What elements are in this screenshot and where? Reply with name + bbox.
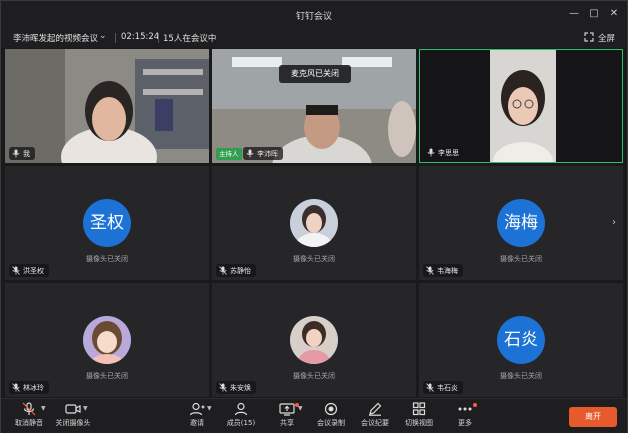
grid-view-icon (412, 402, 426, 416)
mic-off-icon (219, 266, 227, 275)
fullscreen-icon[interactable] (584, 32, 594, 42)
camera-button[interactable]: 关闭摄像头 (51, 402, 95, 428)
participant-name-badge: 李思思 (424, 146, 464, 159)
pen-icon (369, 402, 382, 416)
share-screen-icon (279, 403, 295, 416)
video-tile-active-speaker[interactable]: 李思思 (419, 49, 623, 163)
mic-off-icon (12, 266, 20, 275)
video-tile[interactable]: 摄像头已关闭 林冰玲 (5, 283, 209, 397)
participant-name-badge: 朱安焕 (216, 381, 256, 394)
participant-name-badge: 李沛晖 (243, 147, 283, 160)
participant-name-badge: 林冰玲 (9, 381, 49, 394)
add-user-icon (189, 402, 205, 416)
caret-down-icon[interactable]: ▼ (83, 405, 88, 412)
video-tile[interactable]: 摄像头已关闭 朱安焕 (212, 283, 416, 397)
avatar (290, 316, 338, 364)
more-button[interactable]: 更多 (443, 402, 487, 428)
mic-muted-toast: 麦克风已关闭 (279, 65, 351, 83)
mic-off-icon (219, 383, 227, 392)
invite-button[interactable]: 邀请 (175, 402, 219, 428)
meeting-info-bar: 李沛晖发起的视频会议 ⌄ 02:15:24 15人在会议中 全屏 (1, 28, 627, 48)
caret-down-icon[interactable]: ▼ (41, 405, 46, 412)
video-tile-host[interactable]: 麦克风已关闭 主持人 李沛晖 (212, 49, 416, 163)
participant-name-badge: 韦海梅 (423, 264, 463, 277)
title-bar: 钉钉会议 — □ ✕ (1, 1, 627, 28)
video-tile-self[interactable]: 我 (5, 49, 209, 163)
mic-icon (12, 149, 20, 158)
record-icon (324, 402, 338, 416)
participant-name-badge: 洪圣权 (9, 264, 49, 277)
minimize-icon[interactable]: — (567, 7, 581, 21)
fullscreen-button[interactable]: 全屏 (598, 32, 615, 44)
host-badge: 主持人 (216, 148, 242, 160)
mic-off-icon (426, 383, 434, 392)
self-video-feed (5, 49, 209, 163)
camera-off-label: 摄像头已关闭 (86, 372, 128, 380)
mic-off-icon (426, 266, 434, 275)
meeting-window: 钉钉会议 — □ ✕ 李沛晖发起的视频会议 ⌄ 02:15:24 15人在会议中… (0, 0, 628, 433)
chevron-down-icon[interactable]: ⌄ (99, 31, 107, 41)
avatar (83, 316, 131, 364)
video-camera-icon (65, 404, 81, 414)
caret-down-icon[interactable]: ▼ (298, 405, 303, 412)
leave-button[interactable]: 离开 (569, 407, 617, 427)
camera-off-label: 摄像头已关闭 (293, 255, 335, 263)
close-icon[interactable]: ✕ (607, 7, 621, 21)
record-button[interactable]: 会议录制 (309, 402, 353, 428)
window-title: 钉钉会议 (295, 12, 332, 22)
avatar (290, 199, 338, 247)
camera-off-label: 摄像头已关闭 (293, 372, 335, 380)
mic-off-icon (12, 383, 20, 392)
chevron-right-icon[interactable]: › (612, 217, 622, 233)
avatar: 石炎 (497, 316, 545, 364)
participant-count: 15人在会议中 (163, 34, 217, 44)
meeting-toolbar: 取消静音 ▼ 关闭摄像头 ▼ 邀请 ▼ 成员(15) 共享 ▼ 会议录制 会议纪… (1, 398, 627, 433)
avatar: 圣权 (83, 199, 131, 247)
switch-view-button[interactable]: 切换视图 (397, 402, 441, 428)
mic-icon (427, 148, 435, 157)
camera-off-label: 摄像头已关闭 (500, 255, 542, 263)
caret-down-icon[interactable]: ▼ (207, 405, 212, 412)
members-button[interactable]: 成员(15) (219, 402, 263, 428)
video-tile[interactable]: 海梅 摄像头已关闭 韦海梅 (419, 166, 623, 280)
participant-name-badge: 苏静怡 (216, 264, 256, 277)
video-tile[interactable]: 摄像头已关闭 苏静怡 (212, 166, 416, 280)
mic-icon (246, 149, 254, 158)
video-grid: 我 麦克风已关闭 主持人 李沛晖 李思思 圣权 摄像头已关闭 洪圣权 摄像头已关… (5, 49, 623, 397)
maximize-icon[interactable]: □ (587, 7, 601, 21)
video-tile[interactable]: 石炎 摄像头已关闭 韦石炎 (419, 283, 623, 397)
more-dots-icon (458, 407, 472, 411)
minutes-button[interactable]: 会议纪要 (353, 402, 397, 428)
mic-off-icon (22, 402, 36, 416)
participant-name-badge: 韦石炎 (423, 381, 463, 394)
camera-off-label: 摄像头已关闭 (86, 255, 128, 263)
video-tile[interactable]: 圣权 摄像头已关闭 洪圣权 (5, 166, 209, 280)
meeting-name[interactable]: 李沛晖发起的视频会议 (13, 32, 98, 44)
members-icon (234, 402, 248, 416)
avatar: 海梅 (497, 199, 545, 247)
participant-name-badge: 我 (9, 147, 35, 160)
camera-off-label: 摄像头已关闭 (500, 372, 542, 380)
notification-dot (473, 403, 477, 407)
meeting-timer: 02:15:24 (121, 32, 160, 42)
